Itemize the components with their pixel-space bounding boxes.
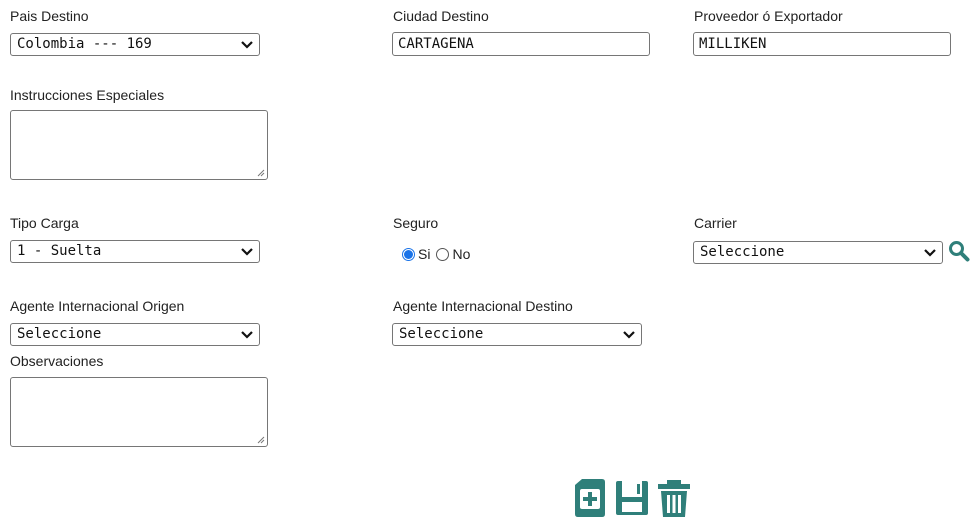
search-icon[interactable] xyxy=(948,240,970,262)
instrucciones-textarea[interactable] xyxy=(10,110,268,180)
tipo-carga-select[interactable]: 1 - Suelta xyxy=(10,240,260,263)
seguro-radio-group: Si No xyxy=(402,246,476,262)
carrier-select[interactable]: Seleccione xyxy=(693,241,943,264)
seguro-si-label[interactable]: Si xyxy=(418,246,430,262)
proveedor-label: Proveedor ó Exportador xyxy=(694,8,843,24)
chevron-down-icon xyxy=(241,41,253,49)
proveedor-input[interactable]: MILLIKEN xyxy=(693,32,951,56)
pais-destino-value: Colombia --- 169 xyxy=(17,36,152,52)
observaciones-label: Observaciones xyxy=(10,353,104,369)
seguro-label: Seguro xyxy=(393,215,439,231)
action-toolbar xyxy=(572,478,692,518)
pais-destino-label: Pais Destino xyxy=(10,8,89,24)
agente-destino-label: Agente Internacional Destino xyxy=(393,298,573,314)
chevron-down-icon xyxy=(623,331,635,339)
ciudad-destino-input[interactable]: CARTAGENA xyxy=(392,32,650,56)
agente-destino-value: Seleccione xyxy=(399,326,484,342)
pais-destino-select[interactable]: Colombia --- 169 xyxy=(10,33,260,56)
agente-origen-value: Seleccione xyxy=(17,326,102,342)
ciudad-destino-label: Ciudad Destino xyxy=(393,8,489,24)
chevron-down-icon xyxy=(241,331,253,339)
agente-destino-select[interactable]: Seleccione xyxy=(392,323,642,346)
seguro-si-radio[interactable] xyxy=(402,247,415,261)
observaciones-textarea[interactable] xyxy=(10,377,268,447)
instrucciones-label: Instrucciones Especiales xyxy=(10,87,165,103)
seguro-no-label[interactable]: No xyxy=(452,246,470,262)
resize-grip-icon[interactable] xyxy=(257,169,265,177)
tipo-carga-value: 1 - Suelta xyxy=(17,243,102,259)
chevron-down-icon xyxy=(924,249,936,257)
seguro-no-radio[interactable] xyxy=(436,247,450,261)
save-icon[interactable] xyxy=(614,478,650,518)
agente-origen-label: Agente Internacional Origen xyxy=(10,298,185,314)
agente-origen-select[interactable]: Seleccione xyxy=(10,323,260,346)
chevron-down-icon xyxy=(241,248,253,256)
carrier-value: Seleccione xyxy=(700,244,785,260)
tipo-carga-label: Tipo Carga xyxy=(10,215,79,231)
carrier-label: Carrier xyxy=(694,215,737,231)
trash-icon[interactable] xyxy=(656,478,692,518)
resize-grip-icon[interactable] xyxy=(257,436,265,444)
new-document-icon[interactable] xyxy=(572,478,608,518)
